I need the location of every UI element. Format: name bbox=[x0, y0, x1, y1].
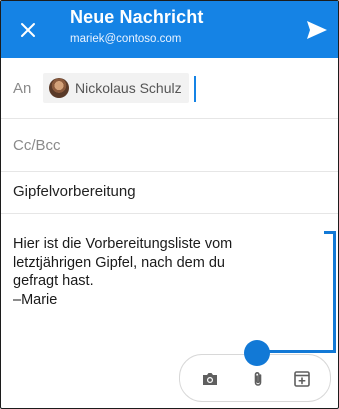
to-label: An bbox=[13, 80, 32, 97]
cc-bcc-label: Cc/Bcc bbox=[13, 137, 61, 154]
compose-header: Neue Nachricht mariek@contoso.com bbox=[1, 1, 338, 58]
subject-field[interactable]: Gipfelvorbereitung bbox=[1, 172, 338, 214]
body-line: Hier ist die Vorbereitungsliste vom bbox=[13, 236, 233, 252]
close-icon bbox=[21, 23, 35, 37]
callout-line-top bbox=[324, 231, 336, 234]
subject-text: Gipfelvorbereitung bbox=[13, 183, 136, 200]
sender-account: mariek@contoso.com bbox=[70, 33, 182, 45]
camera-icon bbox=[203, 373, 217, 385]
camera-button[interactable] bbox=[200, 369, 220, 389]
message-body[interactable]: Hier ist die Vorbereitungsliste vom letz… bbox=[13, 235, 313, 309]
callout-line-horizontal bbox=[263, 350, 336, 353]
body-line: gefragt hast. bbox=[13, 273, 94, 289]
cc-bcc-field[interactable]: Cc/Bcc bbox=[1, 119, 338, 172]
body-line: –Marie bbox=[13, 291, 58, 308]
send-icon bbox=[307, 21, 327, 39]
paperclip-icon bbox=[254, 372, 262, 386]
callout-line-vertical bbox=[333, 231, 336, 353]
recipient-name: Nickolaus Schulz bbox=[75, 80, 182, 96]
callout-marker bbox=[244, 340, 270, 366]
attach-file-button[interactable] bbox=[248, 369, 268, 389]
insert-button[interactable] bbox=[292, 369, 312, 389]
text-cursor bbox=[194, 76, 196, 102]
recipient-chip[interactable]: Nickolaus Schulz bbox=[43, 73, 189, 103]
add-box-icon bbox=[294, 371, 310, 387]
to-field-row[interactable]: An Nickolaus Schulz bbox=[1, 58, 338, 119]
body-line: letztjährigen Gipfel, nach dem du bbox=[13, 254, 225, 271]
page-title: Neue Nachricht bbox=[70, 7, 204, 27]
avatar bbox=[49, 78, 69, 98]
compose-window: Neue Nachricht mariek@contoso.com An Nic… bbox=[0, 0, 339, 409]
close-button[interactable] bbox=[17, 19, 39, 41]
send-button[interactable] bbox=[305, 18, 329, 42]
